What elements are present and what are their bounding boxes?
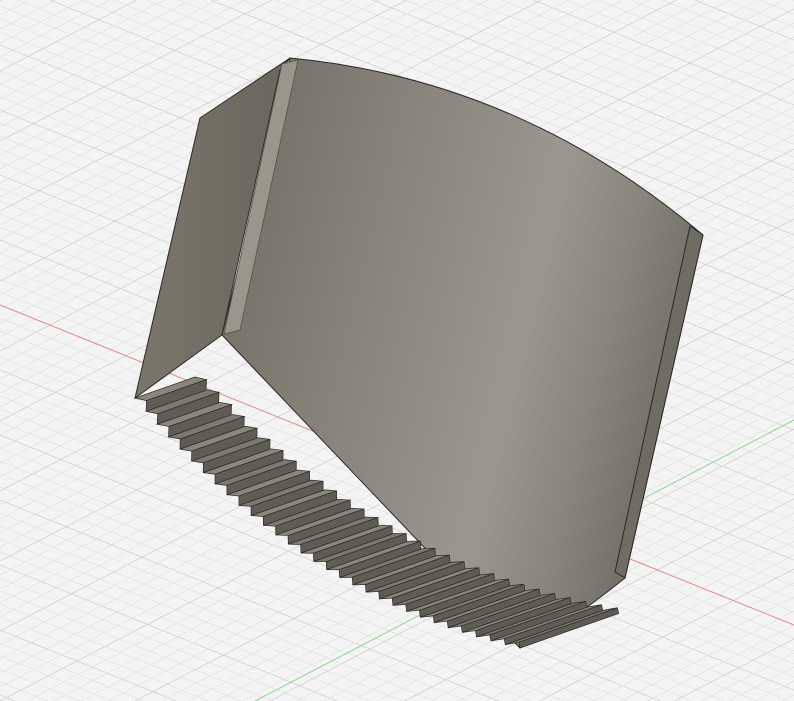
grid-line — [0, 590, 274, 701]
grid-line — [0, 0, 3, 2]
grid-line — [0, 0, 138, 72]
grid-line — [0, 577, 306, 701]
grid-line — [701, 652, 794, 701]
grid-line — [728, 666, 794, 701]
grid-line — [0, 0, 218, 114]
grid-line — [782, 694, 794, 701]
grid-line — [533, 0, 794, 106]
3d-scene[interactable] — [0, 0, 794, 701]
threaded-part-body[interactable] — [133, 57, 704, 649]
grid-line — [0, 603, 241, 701]
grid-line — [647, 624, 794, 701]
grid-line — [694, 0, 794, 41]
grid-line — [620, 610, 794, 701]
cad-viewport[interactable] — [0, 0, 794, 701]
grid-line — [726, 0, 794, 28]
grid-line — [0, 668, 80, 701]
grid-line — [0, 616, 209, 701]
grid-line — [662, 0, 794, 54]
grid-line — [565, 0, 794, 93]
